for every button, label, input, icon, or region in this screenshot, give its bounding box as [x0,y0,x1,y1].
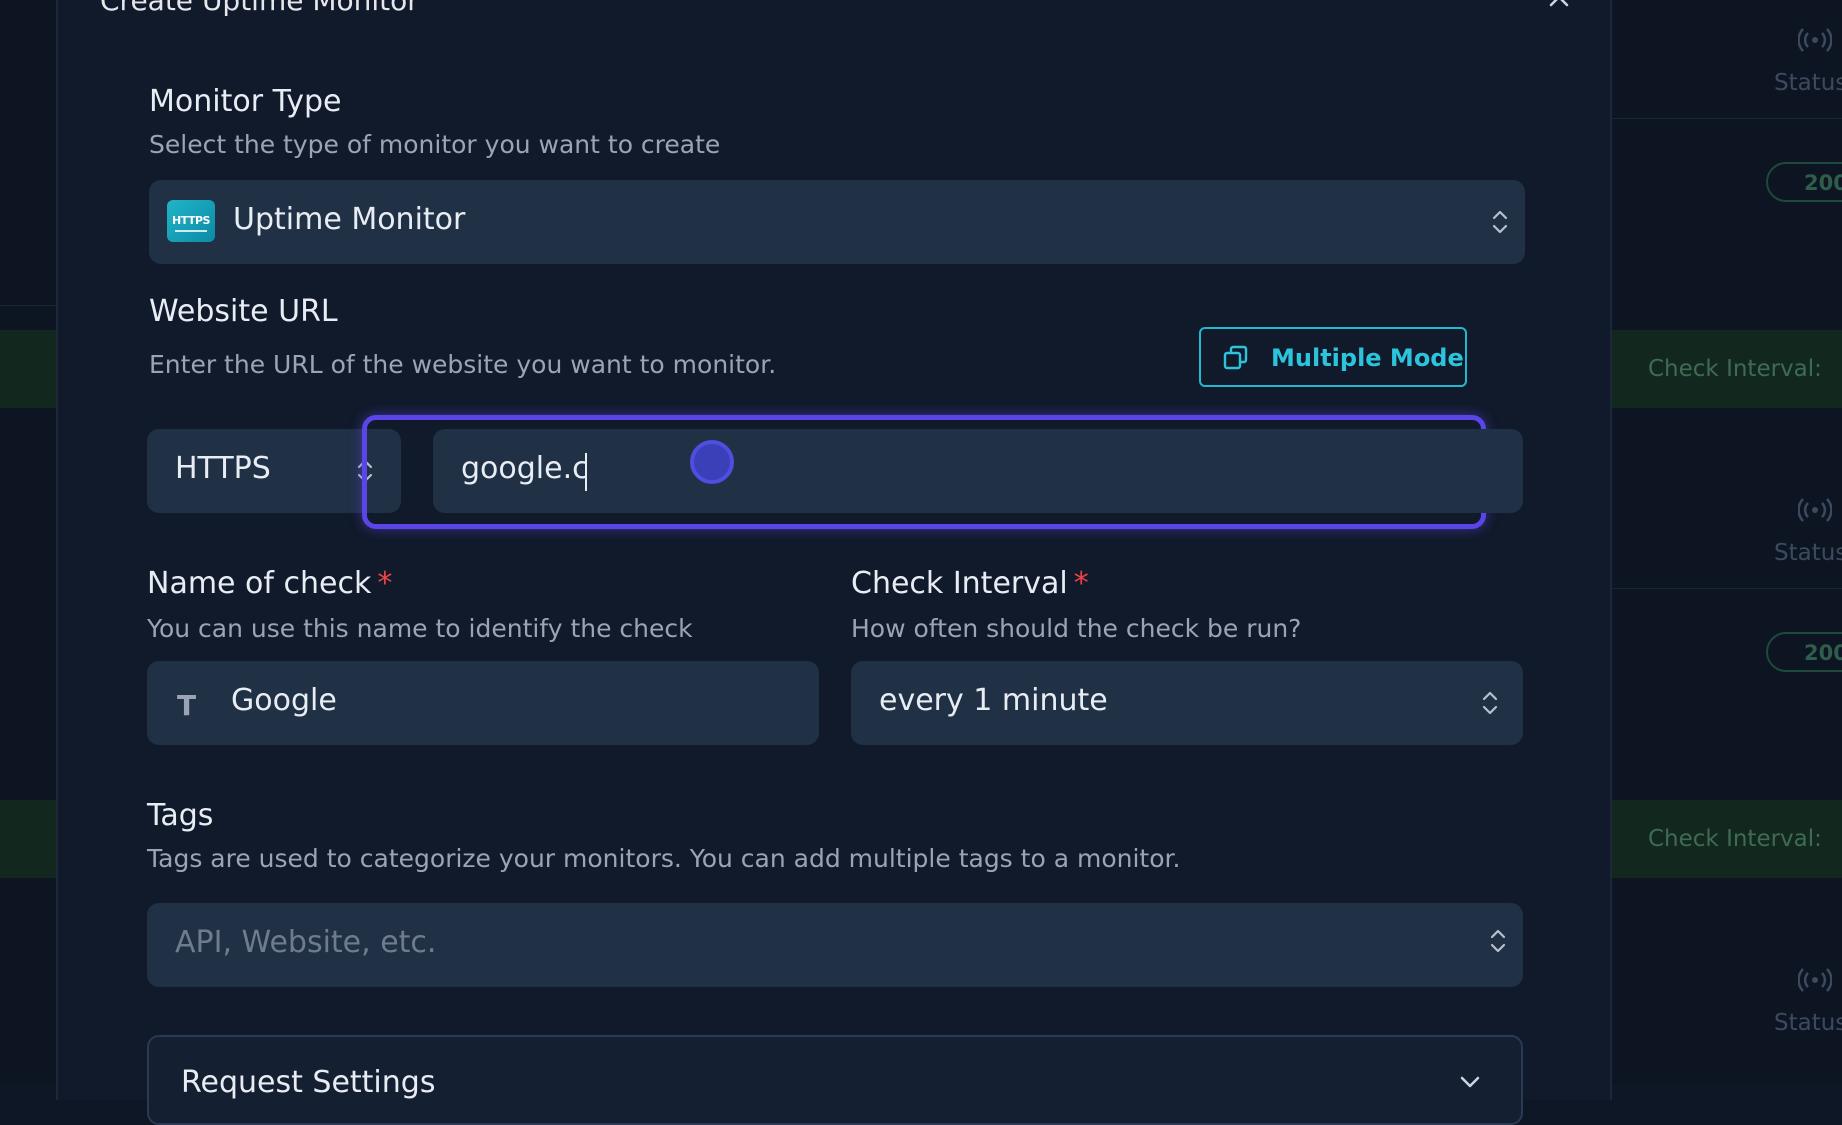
status-code-badge: 200 [1766,632,1842,672]
text-type-icon: T [177,689,197,722]
tags-placeholder: API, Website, etc. [175,925,437,960]
name-of-check-input[interactable]: T Google [147,661,819,745]
status-label: Status C [1774,70,1842,96]
modal-title: Create Uptime Monitor [100,0,419,17]
protocol-value: HTTPS [175,451,271,486]
tags-hint: Tags are used to categorize your monitor… [147,844,1181,873]
tags-label: Tags [147,798,214,833]
check-interval-select[interactable]: every 1 minute [851,661,1523,745]
website-url-hint: Enter the URL of the website you want to… [149,350,777,379]
chevron-up-down-icon [1492,210,1508,234]
background-row-highlight [0,800,56,878]
name-of-check-label-text: Name of check [147,566,372,601]
background-left-panel [0,0,56,1084]
required-marker: * [1073,566,1089,601]
required-marker: * [377,566,393,601]
name-of-check-hint: You can use this name to identify the ch… [147,614,693,643]
chevron-up-down-icon [1482,691,1498,715]
background-row-highlight [0,330,56,408]
chevron-down-icon [1460,1076,1480,1088]
check-interval-label: Check Interval * [851,566,1089,601]
check-interval-label: Check Interval: [1648,826,1822,852]
signal-icon [1798,498,1832,522]
chevron-up-down-icon [1490,929,1506,953]
status-code-badge: 200 [1766,162,1842,202]
monitor-type-select[interactable]: HTTPS Uptime Monitor [149,180,1525,264]
url-input[interactable]: google.c [433,429,1523,513]
check-interval-hint: How often should the check be run? [851,614,1302,643]
monitor-type-value: Uptime Monitor [233,202,466,237]
name-of-check-label: Name of check * [147,566,392,601]
multiple-mode-label: Multiple Mode [1271,344,1464,372]
request-settings-accordion[interactable]: Request Settings [147,1035,1523,1125]
text-caret [585,453,587,491]
multiple-mode-button[interactable]: Multiple Mode [1199,327,1467,387]
check-interval-label: Check Interval: [1648,356,1822,382]
name-of-check-value: Google [231,683,337,718]
request-settings-label: Request Settings [181,1065,436,1100]
pointer-cursor [690,440,734,484]
https-logo-icon: HTTPS [167,200,215,242]
close-icon[interactable] [1548,0,1570,8]
signal-icon [1798,968,1832,992]
divider [1612,118,1842,119]
divider [1612,588,1842,589]
monitor-type-label: Monitor Type [149,84,342,119]
signal-icon [1798,28,1832,52]
url-input-value: google.c [461,451,589,486]
monitor-type-hint: Select the type of monitor you want to c… [149,130,721,159]
divider [0,305,56,306]
background-monitor-list: Status C 200 Check Interval: Status C 20… [1612,0,1842,1084]
copy-icon [1223,345,1248,370]
check-interval-value: every 1 minute [879,683,1108,718]
status-label: Status C [1774,1010,1842,1036]
check-interval-label-text: Check Interval [851,566,1068,601]
website-url-label: Website URL [149,294,338,329]
tags-select[interactable]: API, Website, etc. [147,903,1523,987]
status-label: Status C [1774,540,1842,566]
